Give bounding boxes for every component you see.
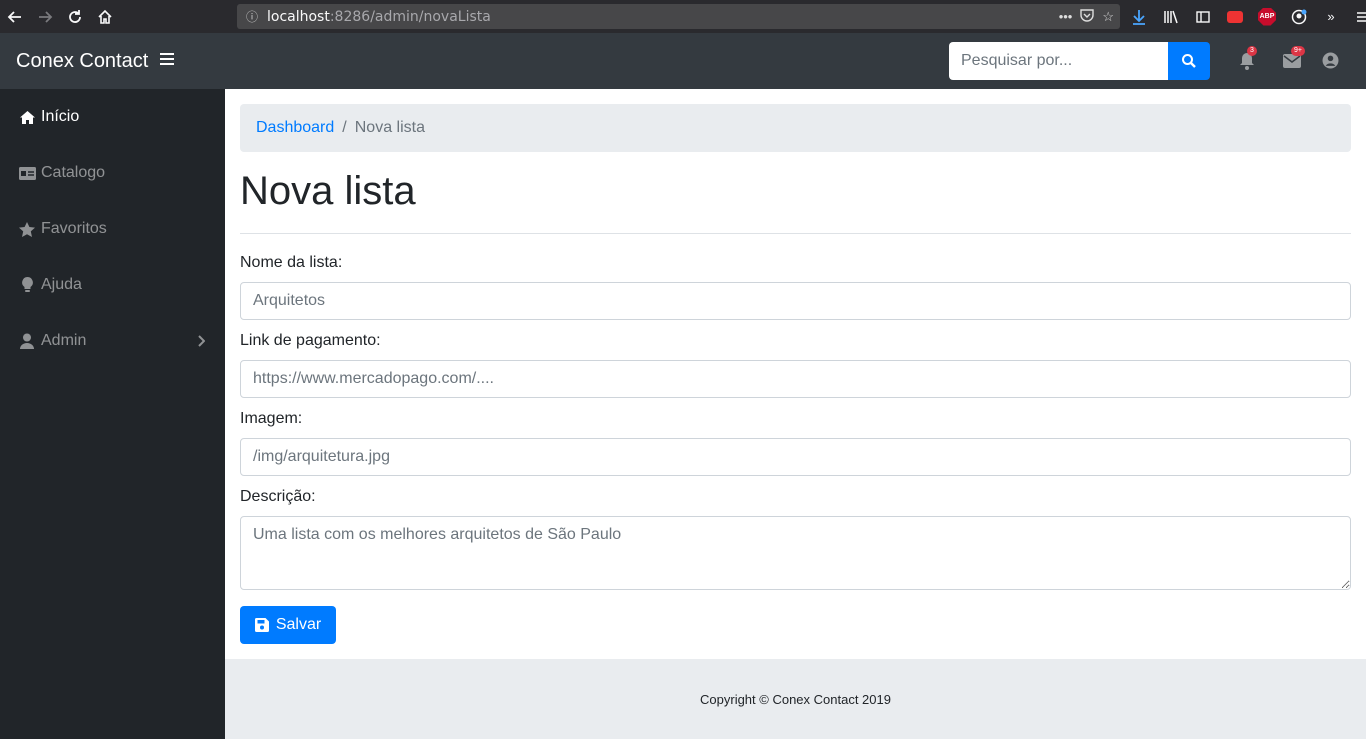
sidebar-item-label: Favoritos: [41, 220, 107, 237]
copyright-text: Copyright © Conex Contact 2019: [700, 691, 891, 707]
sidebar-item-label: Catalogo: [41, 164, 106, 181]
adblock-icon[interactable]: ABP: [1256, 6, 1278, 28]
sidebar-item-label: Ajuda: [41, 276, 82, 293]
notifications-button[interactable]: 3: [1239, 46, 1257, 70]
forward-icon[interactable]: [30, 0, 60, 33]
page-title: Nova lista: [240, 169, 416, 213]
sidebar-item-admin[interactable]: Admin: [0, 313, 225, 369]
sidebar-item-catalogo[interactable]: Catalogo: [0, 145, 225, 201]
back-icon[interactable]: [0, 0, 30, 33]
notifications-badge: 3: [1247, 46, 1257, 56]
search-input[interactable]: [949, 42, 1168, 80]
sidebar-item-inicio[interactable]: Início: [0, 89, 225, 145]
info-icon[interactable]: ⓘ: [237, 8, 267, 25]
youtube-extension-icon[interactable]: [1224, 6, 1246, 28]
messages-badge: 9+: [1291, 46, 1305, 56]
sidebar: Início Catalogo Favoritos Ajuda Admin: [0, 89, 225, 739]
id-card-icon: [18, 165, 36, 181]
sidebar-item-favoritos[interactable]: Favoritos: [0, 201, 225, 257]
breadcrumb: Dashboard / Nova lista: [240, 104, 1351, 152]
lightbulb-icon: [18, 277, 36, 293]
payment-link-label: Link de pagamento:: [240, 332, 381, 349]
search-icon: [1182, 54, 1196, 68]
image-label: Imagem:: [240, 410, 303, 427]
payment-link-input[interactable]: [240, 360, 1351, 398]
more-icon[interactable]: •••: [1059, 9, 1073, 24]
sidebar-item-label: Admin: [41, 332, 87, 349]
sidebar-toggle-icon[interactable]: [1192, 6, 1214, 28]
brand-title[interactable]: Conex Contact: [16, 50, 148, 73]
url-text: localhost:8286/admin/novaLista: [267, 8, 491, 25]
pocket-icon[interactable]: [1080, 8, 1095, 25]
app-navbar: Conex Contact 3 9+: [0, 33, 1366, 89]
save-button[interactable]: Salvar: [240, 606, 336, 644]
menu-icon[interactable]: [1352, 6, 1366, 28]
breadcrumb-separator: /: [342, 119, 347, 136]
save-icon: [254, 618, 269, 632]
library-icon[interactable]: [1160, 6, 1182, 28]
footer: Copyright © Conex Contact 2019: [225, 659, 1366, 739]
search-button[interactable]: [1168, 42, 1210, 80]
account-extension-icon[interactable]: [1288, 6, 1310, 28]
divider: [240, 233, 1351, 234]
name-label: Nome da lista:: [240, 254, 343, 271]
browser-toolbar: ⓘ localhost:8286/admin/novaLista ••• ☆ A…: [0, 0, 1366, 33]
chevron-right-icon: [197, 334, 206, 352]
image-input[interactable]: [240, 438, 1351, 476]
messages-button[interactable]: 9+: [1283, 46, 1305, 70]
description-label: Descrição:: [240, 488, 316, 505]
home-browser-icon[interactable]: [90, 0, 120, 33]
user-circle-icon: [1322, 52, 1339, 69]
save-button-label: Salvar: [275, 616, 322, 633]
breadcrumb-current: Nova lista: [354, 119, 425, 136]
list-name-input[interactable]: [240, 282, 1351, 320]
envelope-icon: [1283, 54, 1301, 68]
download-icon[interactable]: [1128, 6, 1150, 28]
description-textarea[interactable]: [240, 516, 1351, 590]
sidebar-item-label: Início: [41, 108, 80, 125]
home-icon: [18, 109, 36, 125]
sidebar-item-ajuda[interactable]: Ajuda: [0, 257, 225, 313]
breadcrumb-link-dashboard[interactable]: Dashboard: [256, 119, 334, 137]
reload-icon[interactable]: [60, 0, 90, 33]
sidebar-toggle-button[interactable]: [160, 53, 174, 68]
user-menu-button[interactable]: [1322, 52, 1340, 70]
overflow-icon[interactable]: »: [1320, 6, 1342, 28]
url-bar[interactable]: ⓘ localhost:8286/admin/novaLista ••• ☆: [237, 4, 1120, 29]
bookmark-star-icon[interactable]: ☆: [1102, 9, 1114, 25]
user-icon: [18, 333, 36, 349]
star-icon: [18, 221, 36, 237]
